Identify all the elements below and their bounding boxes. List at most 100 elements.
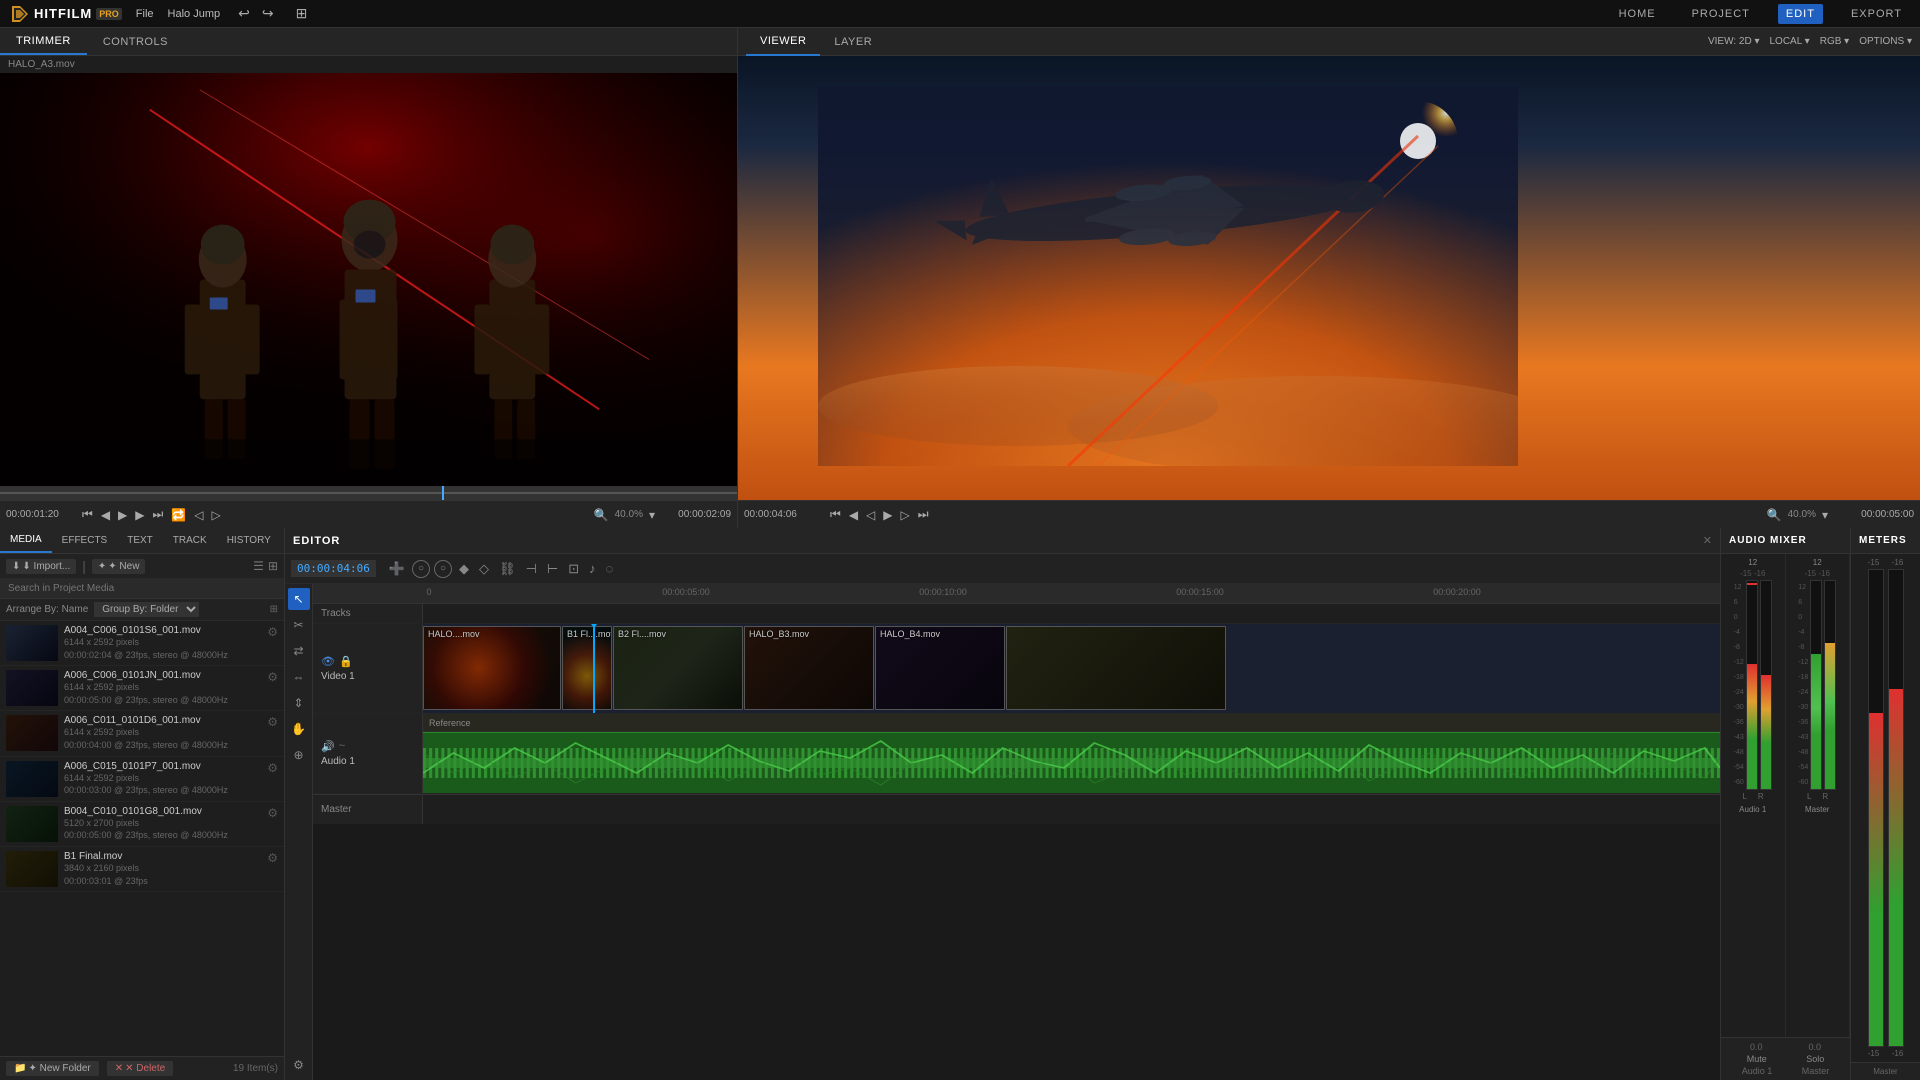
ed-circle-btn-2[interactable]: ○ (434, 560, 452, 578)
list-view-icon[interactable]: ☰ (253, 559, 264, 573)
viewer-prev-frame-btn[interactable]: ◀ (847, 506, 860, 524)
viewer-opt-options[interactable]: OPTIONS ▾ (1859, 36, 1912, 47)
list-item[interactable]: B1 Final.mov 3840 x 2160 pixels 00:00:03… (0, 847, 284, 892)
tab-effects[interactable]: EFFECTS (52, 528, 118, 553)
video-track-content[interactable]: HALO....mov B1 Fl....mov B2 Fl....mov (423, 624, 1720, 713)
trim-mark-in-btn[interactable]: ◁ (192, 506, 205, 524)
ed-split-btn[interactable]: ⊣ (523, 559, 540, 579)
nav-project[interactable]: PROJECT (1684, 4, 1758, 24)
list-item[interactable]: A006_C011_0101D6_001.mov 6144 x 2592 pix… (0, 711, 284, 756)
ed-audio-btn[interactable]: ♪ (586, 559, 599, 578)
list-item[interactable]: A004_C006_0101S6_001.mov 6144 x 2592 pix… (0, 621, 284, 666)
tab-text[interactable]: TEXT (117, 528, 163, 553)
tool-select[interactable]: ↖ (288, 588, 310, 610)
tool-razor[interactable]: ✂ (288, 614, 310, 636)
list-item[interactable]: A006_C015_0101P7_001.mov 6144 x 2592 pix… (0, 757, 284, 802)
tool-rate-stretch[interactable]: ⇕ (288, 692, 310, 714)
trim-to-end-btn[interactable]: ⏭ (151, 505, 166, 524)
ed-align-btn[interactable]: ◆ (456, 559, 472, 579)
item-settings-icon[interactable]: ⚙ (267, 715, 278, 729)
ed-mute-btn[interactable]: ◌ (603, 559, 617, 578)
viewer-zoom-dropdown[interactable]: ▾ (1820, 506, 1830, 524)
ed-snap-btn[interactable]: ◇ (476, 559, 492, 579)
video-clip[interactable] (1006, 626, 1226, 710)
tab-controls[interactable]: CONTROLS (87, 28, 184, 55)
viewer-to-start-btn[interactable]: ⏮ (828, 505, 843, 524)
video-clip[interactable]: HALO....mov (423, 626, 561, 710)
viewer-opt-rgb[interactable]: RGB ▾ (1820, 36, 1849, 47)
item-settings-icon[interactable]: ⚙ (267, 670, 278, 684)
new-media-button[interactable]: ✦ ✦ New (92, 559, 146, 574)
group-by-select[interactable]: Group By: Folder (94, 602, 199, 617)
track-visibility-icon[interactable]: 👁 (321, 655, 335, 668)
track-audio-mute-icon[interactable]: ~ (339, 740, 345, 753)
video-clip[interactable]: B1 Fl....mov (562, 626, 612, 710)
import-button[interactable]: ⬇ ⬇ Import... (6, 559, 76, 574)
search-input[interactable] (0, 579, 284, 599)
trim-zoom-btn[interactable]: 🔍 (592, 506, 611, 524)
nav-export[interactable]: EXPORT (1843, 4, 1910, 24)
tab-track[interactable]: TRACK (163, 528, 217, 553)
trim-to-start-btn[interactable]: ⏮ (80, 505, 95, 524)
tab-history[interactable]: HISTORY (217, 528, 281, 553)
tool-hand[interactable]: ✋ (288, 718, 310, 740)
grid-button[interactable]: ⊞ (292, 3, 312, 24)
trim-next-frame-btn[interactable]: ▶ (133, 506, 146, 524)
item-settings-icon[interactable]: ⚙ (267, 806, 278, 820)
list-item[interactable]: A006_C006_0101JN_001.mov 6144 x 2592 pix… (0, 666, 284, 711)
master-content[interactable] (423, 795, 1720, 824)
video-clip[interactable]: HALO_B4.mov (875, 626, 1005, 710)
track-audio-icon[interactable]: 🔊 (321, 740, 335, 753)
tab-media[interactable]: MEDIA (0, 528, 52, 553)
item-settings-icon[interactable]: ⚙ (267, 851, 278, 865)
item-settings-icon[interactable]: ⚙ (267, 761, 278, 775)
viewer-prev-btn[interactable]: ◁ (864, 506, 877, 524)
trimmer-zoom-label: 40.0% (615, 509, 643, 520)
trim-mark-out-btn[interactable]: ▷ (210, 506, 223, 524)
tool-slip[interactable]: ⇄ (288, 640, 310, 662)
tab-trimmer[interactable]: TRIMMER (0, 28, 87, 55)
menu-file[interactable]: File (136, 8, 154, 20)
trim-zoom-dropdown[interactable]: ▾ (647, 506, 657, 524)
ed-link-btn[interactable]: ⛓ (496, 559, 519, 579)
master-meter-R (1888, 569, 1904, 1047)
video-clip[interactable]: B2 Fl....mov (613, 626, 743, 710)
tool-slide[interactable]: ⇔ (288, 666, 310, 688)
tab-viewer[interactable]: VIEWER (746, 28, 820, 56)
audio-track-content[interactable]: Reference (423, 714, 1720, 793)
viewer-play-btn[interactable]: ▶ (881, 506, 894, 524)
viewer-next-btn[interactable]: ▷ (899, 506, 912, 524)
viewer-opt-2d[interactable]: VIEW: 2D ▾ (1708, 36, 1760, 47)
trimmer-timeline[interactable] (0, 486, 737, 500)
undo-button[interactable]: ↩ (234, 3, 254, 24)
item-settings-icon[interactable]: ⚙ (267, 625, 278, 639)
viewer-opt-local[interactable]: LOCAL ▾ (1769, 36, 1809, 47)
new-folder-button[interactable]: 📁 ✦ New Folder (6, 1061, 99, 1076)
list-item[interactable]: B004_C010_0101G8_001.mov 5120 x 2700 pix… (0, 802, 284, 847)
trim-loop-btn[interactable]: 🔁 (169, 506, 188, 524)
menu-project[interactable]: Halo Jump (168, 8, 221, 20)
viewer-zoom-btn[interactable]: 🔍 (1765, 506, 1784, 524)
ed-trim-btn[interactable]: ⊢ (544, 559, 561, 579)
track-lock-icon[interactable]: 🔒 (339, 655, 353, 668)
grid-view-icon[interactable]: ⊞ (268, 559, 278, 573)
viewer-to-end-btn[interactable]: ⏭ (916, 505, 931, 524)
tool-settings[interactable]: ⚙ (288, 1054, 310, 1076)
ed-add-btn[interactable]: ➕ (386, 559, 408, 579)
tool-zoom[interactable]: ⊕ (288, 744, 310, 766)
nav-home[interactable]: HOME (1611, 4, 1664, 24)
tab-layer[interactable]: LAYER (820, 28, 886, 56)
ed-circle-btn-1[interactable]: ○ (412, 560, 430, 578)
editor-close-btn[interactable]: ✕ (1703, 534, 1712, 547)
delete-button[interactable]: ✕ ✕ Delete (107, 1061, 173, 1076)
arrange-icon[interactable]: ⊞ (270, 604, 278, 615)
timeline-ruler[interactable]: 0 00:00:05:00 00:00:10:00 00:00:15:00 00… (313, 584, 1720, 604)
nav-edit[interactable]: EDIT (1778, 4, 1823, 24)
trim-play-btn[interactable]: ▶ (116, 506, 129, 524)
trim-prev-frame-btn[interactable]: ◀ (99, 506, 112, 524)
video-clip[interactable]: HALO_B3.mov (744, 626, 874, 710)
ed-speed-btn[interactable]: ⊡ (565, 559, 582, 579)
solo-button[interactable]: Solo (1806, 1054, 1824, 1064)
mute-button[interactable]: Mute (1747, 1054, 1767, 1064)
redo-button[interactable]: ↪ (258, 3, 278, 24)
